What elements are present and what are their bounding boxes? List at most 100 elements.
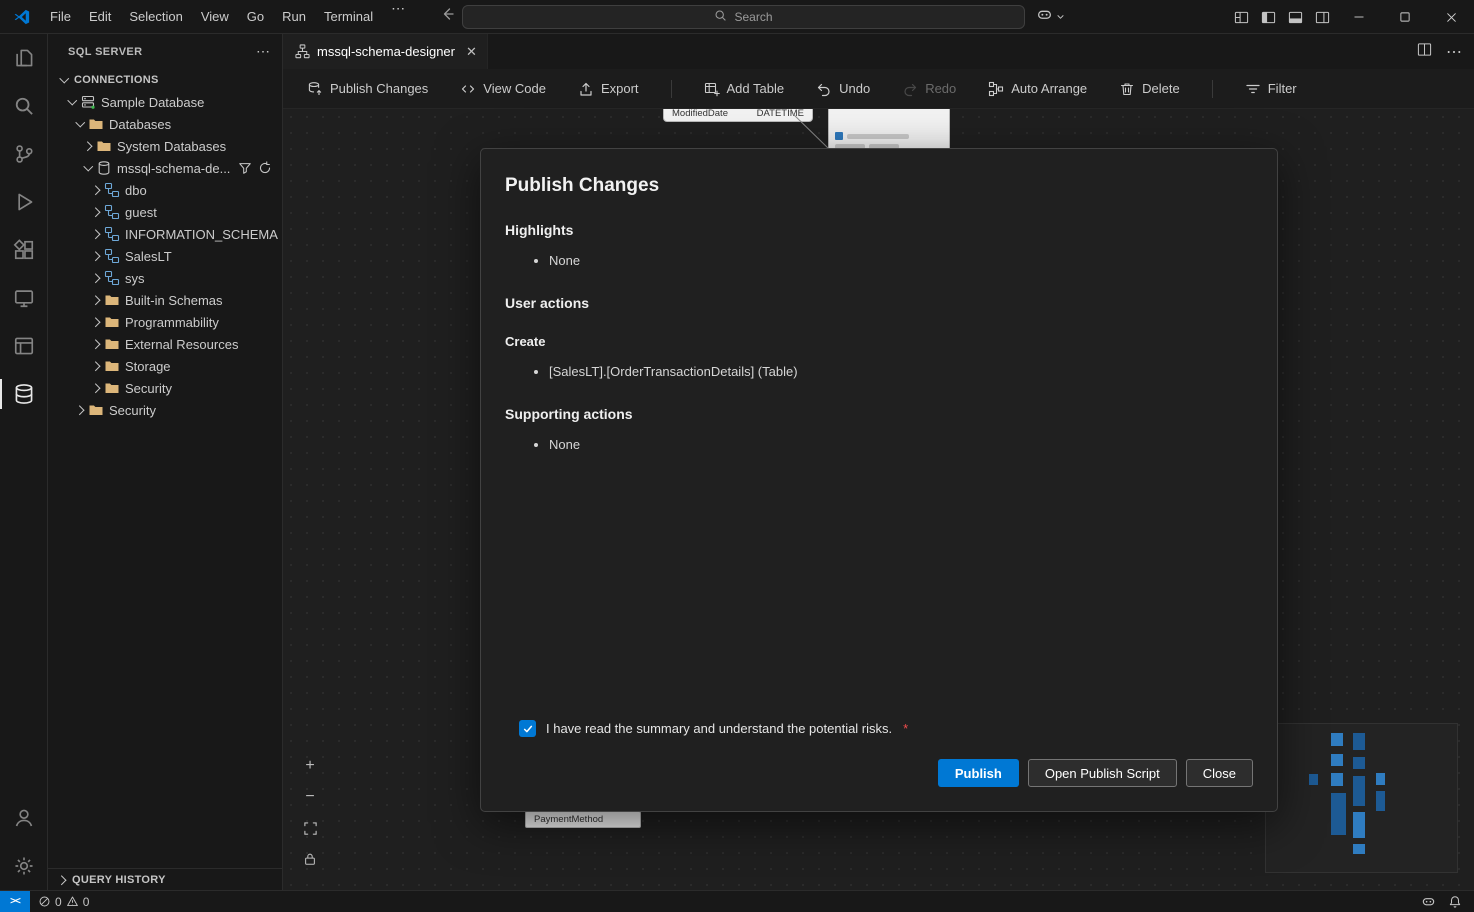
undo-button[interactable]: Undo <box>816 81 870 97</box>
menu-selection[interactable]: Selection <box>120 0 191 34</box>
add-table-button[interactable]: Add Table <box>704 81 785 97</box>
zoom-fit-button[interactable] <box>301 819 319 837</box>
toolbar-separator <box>671 80 672 98</box>
command-center-search[interactable]: Search <box>462 5 1025 29</box>
object-explorer-icon[interactable] <box>0 322 48 370</box>
tree-row-actions <box>238 161 282 175</box>
export-button[interactable]: Export <box>578 81 639 97</box>
tree-item-built-in-schemas[interactable]: Built-in Schemas <box>48 289 282 311</box>
auto-arrange-button[interactable]: Auto Arrange <box>988 81 1087 97</box>
remote-explorer-icon[interactable] <box>0 274 48 322</box>
zoom-out-button[interactable]: − <box>301 788 319 806</box>
copilot-status-icon[interactable] <box>1421 894 1436 909</box>
menu-go[interactable]: Go <box>238 0 273 34</box>
run-debug-icon[interactable] <box>0 178 48 226</box>
editor-more-actions-icon[interactable]: ⋯ <box>1446 42 1462 62</box>
refresh-icon[interactable] <box>258 161 272 175</box>
toggle-secondary-sidebar-icon[interactable] <box>1309 0 1336 34</box>
sql-server-view-icon[interactable] <box>0 370 48 418</box>
menu-file[interactable]: File <box>41 0 80 34</box>
tree-item-connections[interactable]: CONNECTIONS <box>48 69 282 91</box>
menu-terminal[interactable]: Terminal <box>315 0 382 34</box>
filter-button[interactable]: Filter <box>1245 81 1297 97</box>
extensions-icon[interactable] <box>0 226 48 274</box>
chevron-down-icon <box>64 94 80 110</box>
remote-indicator[interactable]: >< <box>0 891 30 912</box>
tree-item-storage[interactable]: Storage <box>48 355 282 377</box>
database-icon <box>96 160 112 176</box>
view-code-button[interactable]: View Code <box>460 81 546 97</box>
query-history-section[interactable]: QUERY HISTORY <box>48 868 282 890</box>
schema-icon <box>104 270 120 286</box>
toggle-primary-sidebar-icon[interactable] <box>1255 0 1282 34</box>
tab-mssql-schema-designer[interactable]: mssql-schema-designer ✕ <box>283 34 488 69</box>
tree-item-system-databases[interactable]: System Databases <box>48 135 282 157</box>
account-icon[interactable] <box>0 794 48 842</box>
menu-run[interactable]: Run <box>273 0 315 34</box>
zoom-in-button[interactable]: + <box>301 757 319 775</box>
folder-icon <box>96 138 112 154</box>
menu-view[interactable]: View <box>192 0 238 34</box>
tree-item-schema-designer-database[interactable]: mssql-schema-de... <box>48 157 282 179</box>
split-editor-icon[interactable] <box>1417 42 1432 62</box>
window-maximize-button[interactable] <box>1382 0 1428 34</box>
tree-item-programmability[interactable]: Programmability <box>48 311 282 333</box>
list-item: None <box>549 252 1253 270</box>
search-placeholder: Search <box>734 10 772 24</box>
search-icon <box>714 9 727 25</box>
redo-icon <box>902 81 918 97</box>
menu-edit[interactable]: Edit <box>80 0 120 34</box>
dialog-buttons: Publish Open Publish Script Close <box>938 759 1253 787</box>
open-publish-script-button[interactable]: Open Publish Script <box>1028 759 1177 787</box>
folder-icon <box>104 314 120 330</box>
nav-back-icon[interactable] <box>440 6 456 27</box>
folder-icon <box>88 402 104 418</box>
delete-button[interactable]: Delete <box>1119 81 1180 97</box>
search-view-icon[interactable] <box>0 82 48 130</box>
minimap[interactable] <box>1265 723 1458 873</box>
tree-item-guest[interactable]: guest <box>48 201 282 223</box>
tree-item-external-resources[interactable]: External Resources <box>48 333 282 355</box>
minimap-node <box>1331 793 1346 835</box>
vscode-logo-icon <box>13 7 33 27</box>
source-control-icon[interactable] <box>0 130 48 178</box>
settings-gear-icon[interactable] <box>0 842 48 890</box>
minimap-node <box>1353 757 1365 769</box>
copilot-menu-button[interactable] <box>1036 5 1065 29</box>
tree-item-sys[interactable]: sys <box>48 267 282 289</box>
publish-changes-button[interactable]: Publish Changes <box>307 81 428 97</box>
titlebar-right-controls <box>1228 0 1474 34</box>
publish-icon <box>307 81 323 97</box>
customize-layout-icon[interactable] <box>1228 0 1255 34</box>
tree-item-saleslt[interactable]: SalesLT <box>48 245 282 267</box>
tree-item-information-schema[interactable]: INFORMATION_SCHEMA <box>48 223 282 245</box>
tab-close-icon[interactable]: ✕ <box>466 44 477 60</box>
explorer-icon[interactable] <box>0 34 48 82</box>
window-close-button[interactable] <box>1428 0 1474 34</box>
problems-indicator[interactable]: 0 0 <box>38 895 89 909</box>
tree-item-databases[interactable]: Databases <box>48 113 282 135</box>
tab-strip: mssql-schema-designer ✕ ⋯ <box>283 34 1474 69</box>
folder-icon <box>88 116 104 132</box>
sidebar-more-actions-icon[interactable]: ⋯ <box>256 43 270 60</box>
tree-item-dbo[interactable]: dbo <box>48 179 282 201</box>
risk-checkbox[interactable] <box>519 720 536 737</box>
minimap-node <box>1353 844 1365 854</box>
minimap-node <box>1353 812 1365 838</box>
redo-button[interactable]: Redo <box>902 81 956 97</box>
window-minimize-button[interactable] <box>1336 0 1382 34</box>
dialog-title: Publish Changes <box>505 175 1253 197</box>
tree-item-sample-database[interactable]: Sample Database <box>48 91 282 113</box>
tree-item-security-outer[interactable]: Security <box>48 399 282 421</box>
toggle-panel-icon[interactable] <box>1282 0 1309 34</box>
filter-icon[interactable] <box>238 161 252 175</box>
code-icon <box>460 81 476 97</box>
table-node-fragment[interactable]: PaymentMethod <box>525 811 641 828</box>
bell-icon[interactable] <box>1448 895 1462 909</box>
tree-item-security[interactable]: Security <box>48 377 282 399</box>
publish-button[interactable]: Publish <box>938 759 1019 787</box>
lock-button[interactable] <box>301 850 319 868</box>
close-button[interactable]: Close <box>1186 759 1253 787</box>
risk-checkbox-label: I have read the summary and understand t… <box>546 721 892 736</box>
menu-more-icon[interactable]: ⋯ <box>382 0 414 34</box>
